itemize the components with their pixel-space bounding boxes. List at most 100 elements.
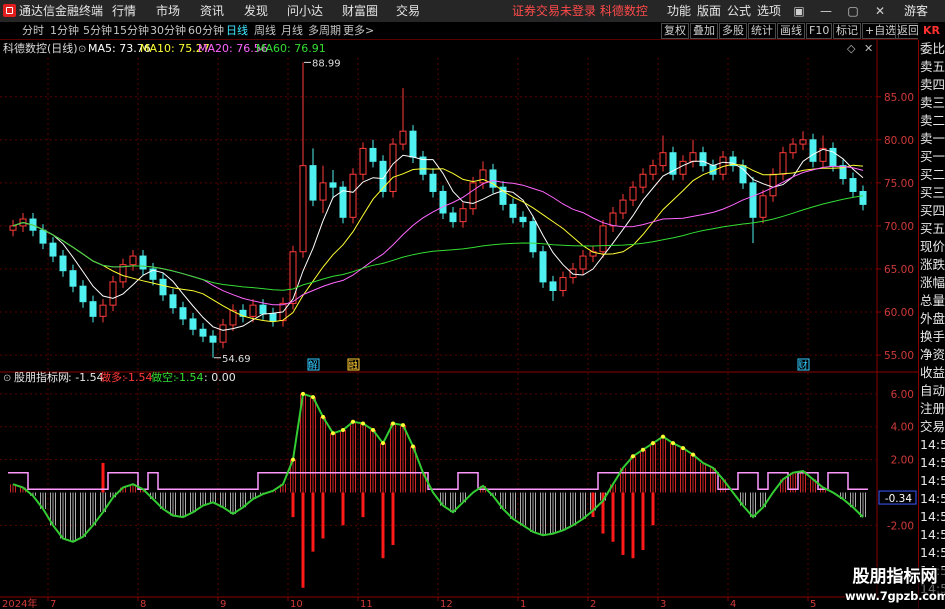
candle	[39, 224, 47, 250]
menu-market[interactable]: 市场	[156, 0, 180, 22]
side-label[interactable]: 卖五	[919, 58, 945, 76]
side-label[interactable]: 涨幅	[919, 274, 945, 292]
candle-body	[99, 304, 107, 317]
indicator-tick-label: -2.00	[887, 520, 914, 532]
candle	[749, 176, 757, 244]
candle	[759, 189, 767, 224]
kline-chart[interactable]: 科德数控(日线) ⊙ MA5: 73.76 MA10: 75.27 MA20: …	[0, 40, 918, 609]
candle-body	[779, 152, 787, 175]
draw-line-button[interactable]: 画线	[777, 23, 805, 39]
screen-icon[interactable]: ▣	[790, 0, 808, 22]
side-label[interactable]: 卖一	[919, 130, 945, 148]
tab-timeshare[interactable]: 分时	[22, 22, 44, 39]
overlay-button[interactable]: 叠加	[690, 23, 718, 39]
candle	[369, 139, 377, 168]
candle-body	[49, 242, 57, 257]
side-label[interactable]: 净资	[919, 346, 945, 364]
menu-ask[interactable]: 问小达	[287, 0, 323, 22]
minimize-icon[interactable]: —	[817, 0, 835, 22]
side-label[interactable]: 14:56	[919, 490, 945, 508]
indicator-main-value: : -1.54	[68, 371, 104, 384]
side-label[interactable]: 买四	[919, 202, 945, 220]
restore-icon[interactable]: ▢	[844, 0, 862, 22]
settings-circle-icon[interactable]: ⊙	[78, 44, 86, 55]
tab-15min[interactable]: 15分钟	[113, 22, 149, 39]
tab-multi-period[interactable]: 多周期	[308, 22, 341, 39]
adjust-button[interactable]: 复权	[661, 23, 689, 39]
side-label[interactable]: 14:56	[919, 472, 945, 490]
side-label[interactable]: 注册	[919, 400, 945, 418]
tab-monthly[interactable]: 月线	[281, 22, 303, 39]
menu-discover[interactable]: 发现	[244, 0, 268, 22]
add-watchlist-button[interactable]: +自选	[862, 23, 900, 39]
side-label[interactable]: 买五	[919, 220, 945, 238]
watermark-name: 股朋指标网	[852, 567, 938, 587]
diamond-icon[interactable]: ◇	[847, 42, 856, 55]
menu-news[interactable]: 资讯	[200, 0, 224, 22]
side-label[interactable]: 现价	[919, 238, 945, 256]
side-label[interactable]: 外盘	[919, 310, 945, 328]
side-label[interactable]: 卖二	[919, 112, 945, 130]
side-label[interactable]: 14:56	[919, 544, 945, 562]
side-label[interactable]: 总量	[919, 292, 945, 310]
menu-quotes[interactable]: 行情	[112, 0, 136, 22]
close-icon[interactable]: ✕	[871, 0, 889, 22]
menu-trade[interactable]: 交易	[396, 0, 420, 22]
side-label[interactable]: 买三	[919, 184, 945, 202]
menu-wealth[interactable]: 财富圈	[342, 0, 378, 22]
side-label[interactable]: 换手	[919, 328, 945, 346]
candle-body	[579, 255, 587, 270]
menu-options[interactable]: 选项	[757, 0, 781, 22]
side-label[interactable]: 卖四	[919, 76, 945, 94]
candle-body	[859, 190, 867, 205]
side-label[interactable]: 14:56	[919, 508, 945, 526]
mark-button[interactable]: 标记	[833, 23, 861, 39]
oscillator-dot	[631, 454, 635, 459]
candle-body	[379, 160, 387, 192]
side-label[interactable]: 14:56	[919, 526, 945, 544]
date-tick-label: 10	[290, 599, 303, 609]
menu-layout[interactable]: 版面	[697, 0, 721, 22]
side-label[interactable]: 14:56	[919, 454, 945, 472]
oscillator-dot	[301, 391, 305, 396]
candle	[9, 219, 17, 237]
tab-5min[interactable]: 5分钟	[83, 22, 112, 39]
candle	[739, 159, 747, 189]
side-label[interactable]: 买二	[919, 166, 945, 184]
side-label[interactable]: 涨跌	[919, 256, 945, 274]
multi-stock-button[interactable]: 多股	[719, 23, 747, 39]
side-label[interactable]: 收益	[919, 364, 945, 382]
user-label[interactable]: 游客	[904, 0, 928, 22]
candle	[309, 148, 317, 207]
price-tick-label: 60.00	[884, 307, 914, 319]
candle	[599, 219, 607, 258]
tab-30min[interactable]: 30分钟	[150, 22, 186, 39]
side-label[interactable]: 14:56	[919, 436, 945, 454]
candle	[229, 304, 237, 331]
tab-1min[interactable]: 1分钟	[50, 22, 79, 39]
side-label[interactable]: 卖三	[919, 94, 945, 112]
date-tick-label: 11	[360, 599, 373, 609]
tab-weekly[interactable]: 周线	[254, 22, 276, 39]
side-label[interactable]: 买一	[919, 148, 945, 166]
candle	[619, 194, 627, 220]
candle-body	[89, 301, 97, 317]
close-panel-icon[interactable]: ✕	[864, 42, 873, 55]
side-label[interactable]: 自动	[919, 382, 945, 400]
side-label[interactable]: 委比	[919, 40, 945, 58]
candle-body	[619, 199, 627, 214]
tab-60min[interactable]: 60分钟	[188, 22, 224, 39]
indicator-settings-icon[interactable]: ⊙	[3, 373, 11, 384]
corner-tag[interactable]: KR	[918, 22, 945, 41]
f10-button[interactable]: F10	[806, 23, 833, 39]
candle	[779, 146, 787, 181]
tab-more[interactable]: 更多>	[343, 22, 374, 39]
candle	[559, 271, 567, 297]
menu-function[interactable]: 功能	[667, 0, 691, 22]
menu-formula[interactable]: 公式	[727, 0, 751, 22]
login-status[interactable]: 证券交易未登录 科德数控	[512, 0, 648, 22]
tab-daily[interactable]: 日线	[226, 22, 248, 39]
statistics-button[interactable]: 统计	[748, 23, 776, 39]
candle-body	[769, 173, 777, 197]
side-label[interactable]: 交易	[919, 418, 945, 436]
